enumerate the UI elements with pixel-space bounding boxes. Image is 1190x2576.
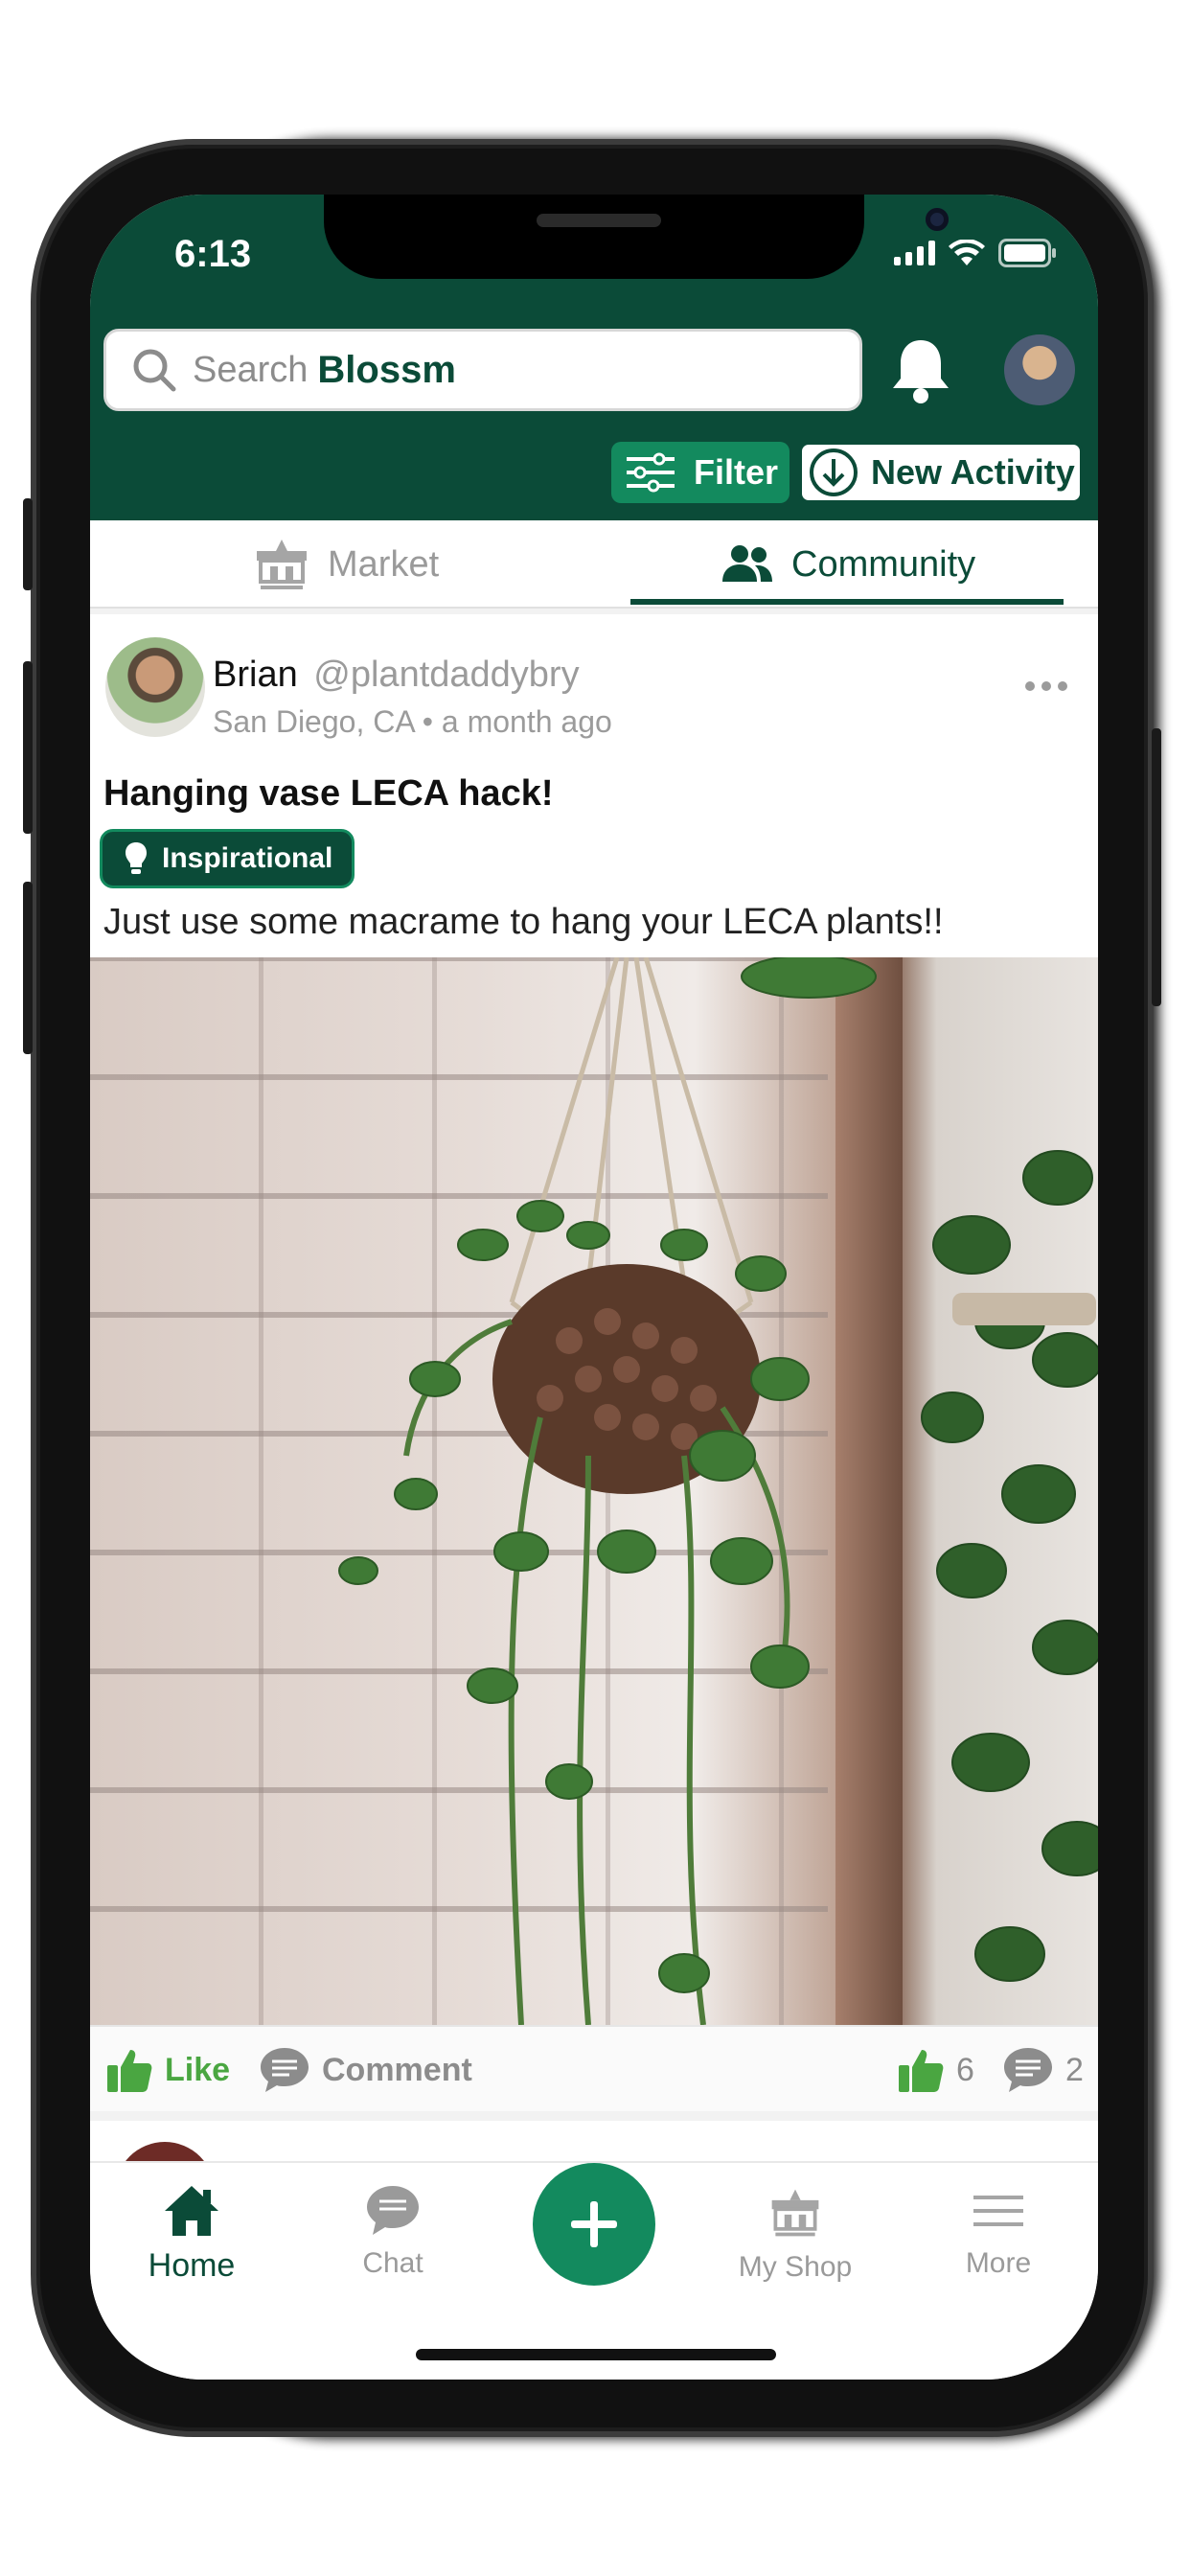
wifi-icon xyxy=(949,240,985,265)
tab-market[interactable]: Market xyxy=(251,520,439,609)
thumbs-up-icon xyxy=(107,2050,152,2092)
earpiece-speaker xyxy=(537,214,661,227)
new-activity-label: New Activity xyxy=(871,452,1075,492)
front-camera xyxy=(926,208,949,231)
volume-up-button xyxy=(23,661,33,834)
mute-switch xyxy=(23,498,33,590)
search-icon xyxy=(133,349,176,392)
chat-bubble-icon xyxy=(367,2186,419,2235)
nav-more-label: More xyxy=(965,2247,1032,2279)
phone-screen: 6:13 Search Blossm Filter New Activity M… xyxy=(90,195,1098,2380)
status-time: 6:13 xyxy=(174,233,252,275)
notch xyxy=(324,195,949,279)
nav-home[interactable]: Home xyxy=(115,2184,268,2285)
power-button xyxy=(1152,728,1161,1006)
post-body-text: Just use some macrame to hang your LECA … xyxy=(103,902,944,942)
hanging-plant-illustration xyxy=(338,957,1098,2025)
post-author-avatar[interactable] xyxy=(105,637,205,737)
post-author[interactable]: Brian @plantdaddybry xyxy=(213,655,580,696)
signal-icon xyxy=(894,241,935,265)
hamburger-menu-icon xyxy=(973,2196,1023,2226)
nav-shop-label: My Shop xyxy=(738,2251,853,2283)
home-icon xyxy=(165,2186,218,2236)
like-count-value: 6 xyxy=(956,2051,974,2088)
post-location-time: San Diego, CA • a month ago xyxy=(213,704,612,739)
search-placeholder: Search xyxy=(193,349,309,390)
like-label: Like xyxy=(165,2051,231,2088)
nav-chat[interactable]: Chat xyxy=(316,2184,469,2280)
home-indicator[interactable] xyxy=(416,2349,776,2360)
comment-count[interactable]: 2 xyxy=(1002,2027,1084,2113)
comment-bubble-icon xyxy=(261,2048,309,2092)
nav-chat-label: Chat xyxy=(362,2247,423,2279)
plus-icon xyxy=(571,2201,617,2247)
like-count[interactable]: 6 xyxy=(897,2027,974,2113)
volume-down-button xyxy=(23,882,33,1054)
market-stall-icon xyxy=(771,2189,819,2237)
app-header: 6:13 Search Blossm Filter New Activity xyxy=(90,195,1098,520)
like-button[interactable]: Like xyxy=(105,2027,230,2113)
comment-bubble-icon xyxy=(1004,2048,1052,2092)
post-author-name: Brian xyxy=(213,655,298,695)
post-card: Brian @plantdaddybry San Diego, CA • a m… xyxy=(90,614,1098,2111)
user-avatar[interactable] xyxy=(1004,334,1075,405)
tab-market-label: Market xyxy=(328,543,440,585)
more-options-icon[interactable] xyxy=(1025,681,1067,691)
filter-label: Filter xyxy=(694,452,779,492)
battery-icon xyxy=(998,239,1056,267)
thumbs-up-icon xyxy=(899,2050,944,2092)
people-icon xyxy=(722,545,772,582)
tab-community[interactable]: Community xyxy=(719,520,975,609)
nav-my-shop[interactable]: My Shop xyxy=(719,2184,872,2284)
status-icons xyxy=(894,239,1058,267)
post-photo[interactable] xyxy=(90,957,1098,2025)
post-tag-label: Inspirational xyxy=(162,842,333,874)
post-action-bar: Like Comment 6 2 xyxy=(90,2025,1098,2111)
active-tab-indicator xyxy=(630,599,1064,605)
comment-count-value: 2 xyxy=(1065,2051,1084,2088)
comment-button[interactable]: Comment xyxy=(259,2027,472,2113)
lightbulb-icon xyxy=(126,842,147,874)
create-post-button[interactable] xyxy=(533,2163,655,2286)
sliders-icon xyxy=(627,452,675,493)
tab-community-label: Community xyxy=(791,543,976,585)
post-tag-badge: Inspirational xyxy=(100,829,355,888)
new-activity-button[interactable]: New Activity xyxy=(799,442,1083,503)
download-circle-icon xyxy=(810,448,858,496)
market-stall-icon xyxy=(257,540,307,589)
post-title: Hanging vase LECA hack! xyxy=(103,773,554,814)
feed-tabs: Market Community xyxy=(90,520,1098,609)
post-author-handle: @plantdaddybry xyxy=(313,655,580,695)
filter-button[interactable]: Filter xyxy=(611,442,790,503)
search-brand-name: Blossm xyxy=(317,348,456,391)
search-input[interactable]: Search Blossm xyxy=(103,329,862,411)
notification-bell-icon[interactable] xyxy=(889,336,952,405)
nav-more[interactable]: More xyxy=(922,2184,1075,2280)
comment-label: Comment xyxy=(322,2051,472,2088)
nav-home-label: Home xyxy=(148,2247,236,2284)
